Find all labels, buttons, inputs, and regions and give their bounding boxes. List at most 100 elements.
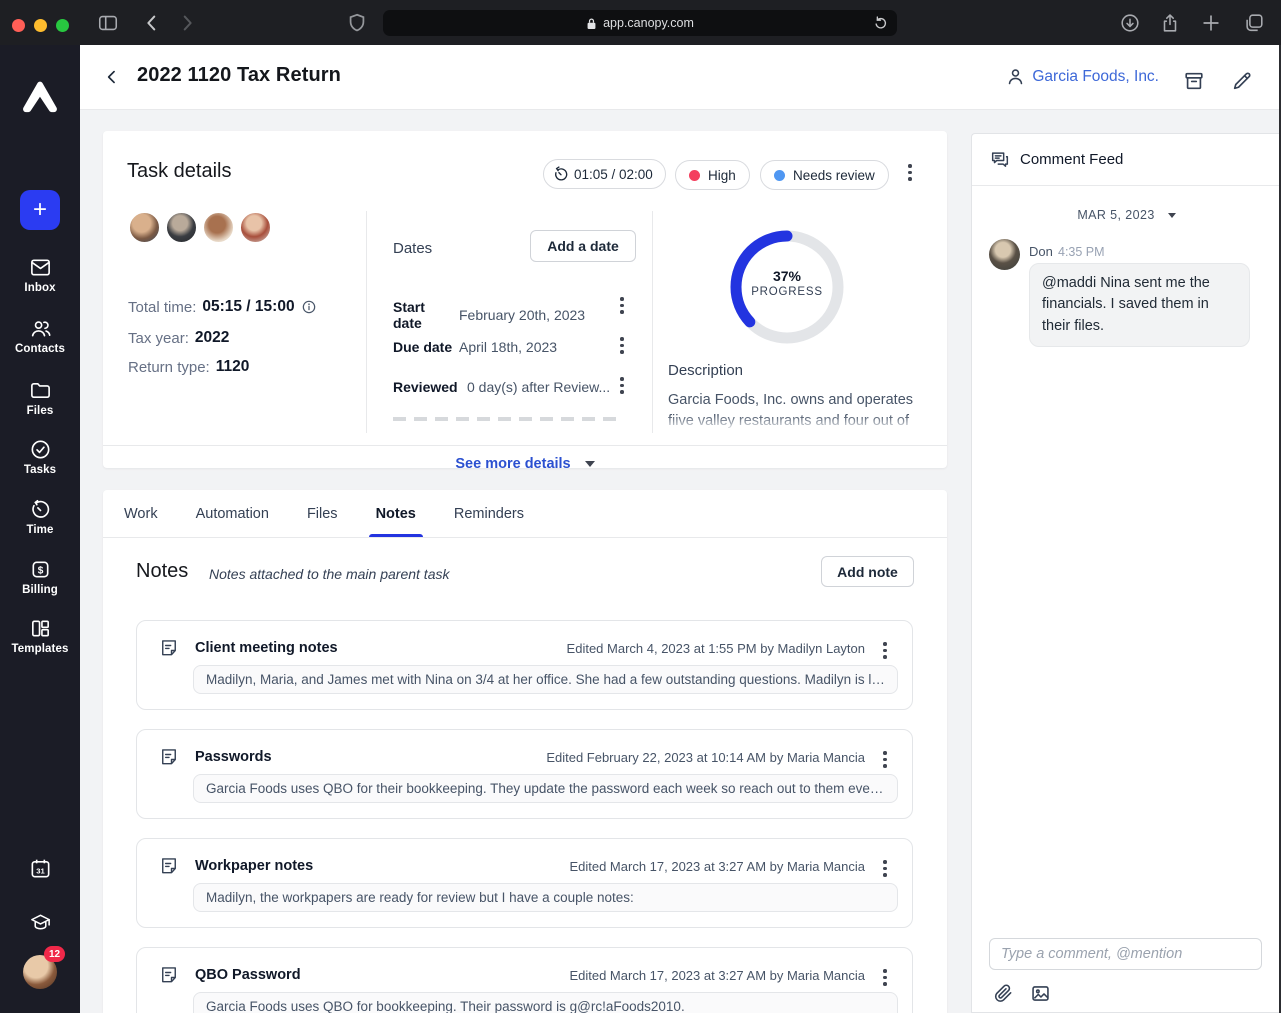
tab-bar: Work Automation Files Notes Reminders — [103, 490, 947, 538]
date-row-menu[interactable] — [615, 297, 629, 314]
comment-bubble[interactable]: @maddi Nina sent me the financials. I sa… — [1029, 263, 1250, 347]
sidebar-item-tasks[interactable]: Tasks — [0, 438, 80, 476]
date-row-reviewed: Reviewed 0 day(s) after Review... — [393, 379, 638, 395]
date-row-menu[interactable] — [615, 377, 629, 394]
task-menu-kebab[interactable] — [903, 164, 917, 181]
comments-icon — [989, 149, 1011, 171]
image-icon[interactable] — [1030, 983, 1051, 1004]
assignee-avatar[interactable] — [128, 211, 161, 244]
note-icon — [159, 638, 179, 658]
back-button[interactable] — [102, 67, 122, 87]
edit-pencil-icon[interactable] — [1231, 70, 1253, 92]
info-icon[interactable] — [301, 299, 317, 315]
sidebar-toggle-icon[interactable] — [97, 12, 119, 34]
note-menu-kebab[interactable] — [878, 751, 892, 768]
address-bar[interactable]: app.canopy.com — [383, 10, 897, 36]
assignee-avatar[interactable] — [202, 211, 235, 244]
note-menu-kebab[interactable] — [878, 860, 892, 877]
note-content[interactable]: Garcia Foods uses QBO for bookkeeping. T… — [193, 992, 898, 1013]
tab-automation[interactable]: Automation — [189, 490, 276, 537]
date-label: Start date — [393, 299, 457, 331]
status-label: Needs review — [793, 168, 875, 183]
downloads-icon[interactable] — [1119, 12, 1141, 34]
see-more-label: See more details — [455, 456, 570, 472]
share-icon[interactable] — [1159, 12, 1181, 34]
assignee-avatars[interactable] — [128, 211, 276, 244]
url-text: app.canopy.com — [603, 16, 694, 30]
timer-chip[interactable]: 01:05 / 02:00 — [543, 159, 666, 189]
add-date-button[interactable]: Add a date — [530, 230, 636, 262]
new-tab-icon[interactable] — [1200, 12, 1222, 34]
chevron-down-icon — [1168, 213, 1176, 218]
window-zoom-button[interactable] — [56, 19, 69, 32]
assignee-avatar[interactable] — [239, 211, 272, 244]
notification-badge: 12 — [44, 946, 65, 962]
sidebar-item-time[interactable]: Time — [0, 498, 80, 536]
divider — [366, 211, 367, 433]
note-card[interactable]: Workpaper notes Edited March 17, 2023 at… — [136, 838, 913, 928]
note-card[interactable]: Client meeting notes Edited March 4, 202… — [136, 620, 913, 710]
return-type-label: Return type: — [128, 359, 210, 376]
progress-ring: 37% PROGRESS — [727, 227, 847, 347]
note-menu-kebab[interactable] — [878, 642, 892, 659]
tab-label: Files — [307, 506, 338, 522]
calendar-icon[interactable]: 31 — [29, 857, 52, 880]
notes-title: Notes — [136, 560, 188, 583]
tab-files[interactable]: Files — [300, 490, 345, 537]
note-menu-kebab[interactable] — [878, 969, 892, 986]
sidebar-item-billing[interactable]: $ Billing — [0, 558, 80, 596]
canopy-logo[interactable] — [22, 81, 58, 114]
sidebar-item-contacts[interactable]: Contacts — [0, 317, 80, 355]
comment-input[interactable] — [989, 938, 1262, 970]
note-card[interactable]: QBO Password Edited March 17, 2023 at 3:… — [136, 947, 913, 1013]
note-icon — [159, 856, 179, 876]
date-value: February 20th, 2023 — [459, 307, 585, 323]
assignee-avatar[interactable] — [165, 211, 198, 244]
note-content[interactable]: Garcia Foods uses QBO for their bookkeep… — [193, 774, 898, 803]
sidebar-item-templates[interactable]: Templates — [0, 617, 80, 655]
note-card[interactable]: Passwords Edited February 22, 2023 at 10… — [136, 729, 913, 819]
task-tabs-card: Work Automation Files Notes Reminders No… — [103, 490, 947, 1013]
archive-icon[interactable] — [1183, 70, 1205, 92]
tab-reminders[interactable]: Reminders — [447, 490, 531, 537]
training-icon[interactable] — [29, 911, 52, 934]
window-close-button[interactable] — [12, 19, 25, 32]
page-title: 2022 1120 Tax Return — [137, 64, 341, 87]
browser-forward-icon[interactable] — [176, 12, 198, 34]
comment-author: Don — [1029, 244, 1053, 259]
browser-back-icon[interactable] — [141, 12, 163, 34]
tab-overview-icon[interactable] — [1243, 12, 1265, 34]
date-row-due: Due date April 18th, 2023 — [393, 339, 638, 355]
stopwatch-icon — [552, 165, 570, 183]
shield-icon[interactable] — [346, 12, 368, 34]
lock-icon — [586, 17, 597, 30]
add-note-button[interactable]: Add note — [821, 556, 914, 587]
sidebar-item-files[interactable]: Files — [0, 379, 80, 417]
note-content[interactable]: Madilyn, the workpapers are ready for re… — [193, 883, 898, 912]
priority-dot — [689, 170, 700, 181]
date-divider[interactable]: MAR 5, 2023 — [972, 208, 1281, 222]
attachment-icon[interactable] — [993, 983, 1014, 1004]
tax-year-label: Tax year: — [128, 330, 189, 347]
return-type-value: 1120 — [216, 358, 250, 376]
date-value: 0 day(s) after Review... — [467, 379, 610, 395]
status-chip[interactable]: Needs review — [760, 160, 889, 190]
note-meta: Edited February 22, 2023 at 10:14 AM by … — [546, 750, 865, 765]
comment-author-avatar[interactable] — [989, 239, 1020, 270]
sidebar-item-inbox[interactable]: Inbox — [0, 256, 80, 294]
window-minimize-button[interactable] — [34, 19, 47, 32]
billing-icon: $ — [29, 558, 52, 581]
see-more-details[interactable]: See more details — [103, 445, 947, 468]
sidebar-item-label: Time — [26, 524, 53, 536]
date-row-menu[interactable] — [615, 337, 629, 354]
global-add-button[interactable]: + — [20, 190, 60, 230]
priority-chip[interactable]: High — [675, 160, 750, 190]
tab-notes[interactable]: Notes — [369, 490, 423, 537]
client-link[interactable]: Garcia Foods, Inc. — [1005, 66, 1159, 87]
sidebar-item-label: Inbox — [24, 282, 55, 294]
note-content[interactable]: Madilyn, Maria, and James met with Nina … — [193, 665, 898, 694]
refresh-icon[interactable] — [873, 15, 889, 31]
task-details-title: Task details — [127, 160, 232, 183]
tax-year-value: 2022 — [195, 329, 229, 347]
tab-work[interactable]: Work — [117, 490, 165, 537]
